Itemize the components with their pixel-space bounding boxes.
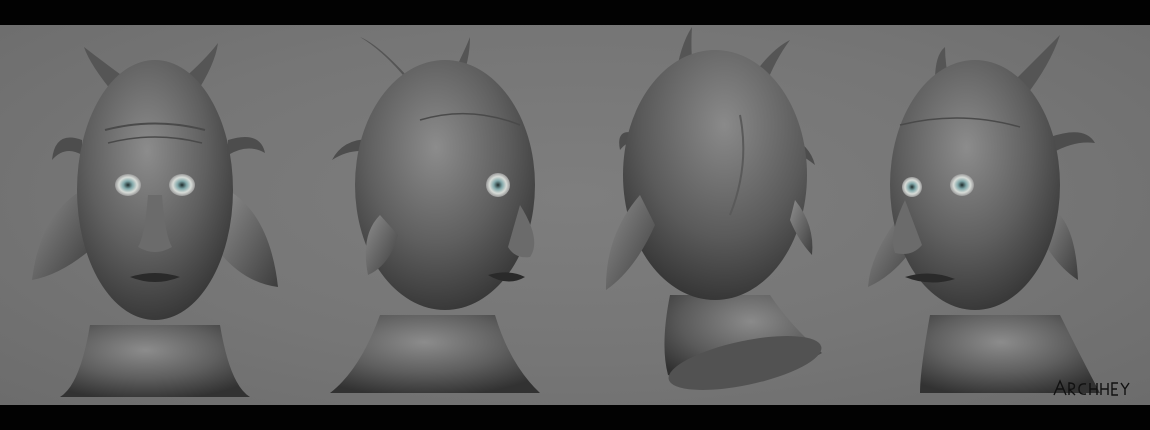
head-three-quarter-right-view	[330, 37, 540, 393]
artist-signature	[1053, 379, 1130, 396]
head-three-quarter-left-view	[868, 35, 1100, 393]
render-frame	[0, 0, 1150, 430]
letterbox-bottom	[0, 405, 1150, 430]
head-front-view	[32, 43, 278, 397]
head-back-view	[605, 27, 822, 390]
letterbox-top	[0, 0, 1150, 25]
render-stage	[0, 25, 1150, 405]
